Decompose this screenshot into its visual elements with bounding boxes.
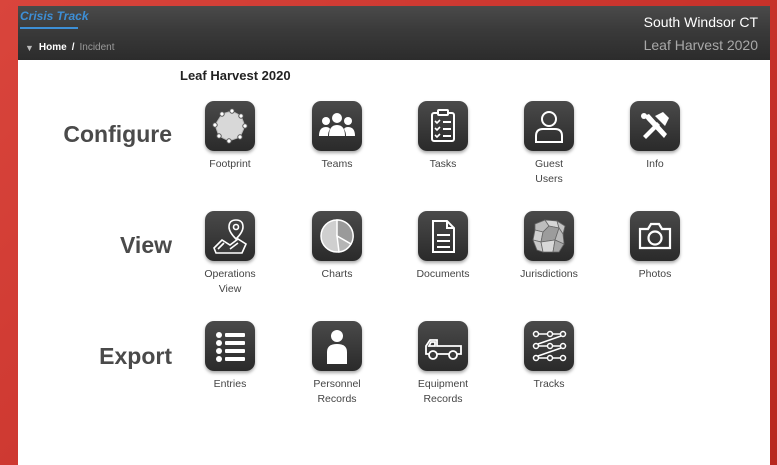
organization-name: South Windsor CT [643, 14, 758, 30]
caret-down-icon[interactable]: ▼ [25, 43, 34, 53]
brand-underline [20, 27, 78, 29]
brand-logo[interactable]: Crisis Track [20, 9, 89, 23]
tile-label: Photos [638, 268, 672, 280]
tile-label: Teams [321, 158, 353, 170]
section-label-view: View [120, 232, 172, 258]
breadcrumb-home[interactable]: Home [39, 42, 67, 53]
tile-label: Equipment Records [417, 378, 469, 405]
tile-label: Footprint [209, 158, 251, 170]
page-title: Leaf Harvest 2020 [180, 68, 291, 83]
tile-footprint[interactable]: Footprint [190, 101, 270, 172]
tile-label: Tasks [429, 158, 457, 170]
document-icon [418, 211, 468, 261]
tile-label: Charts [321, 268, 353, 280]
breadcrumb-separator: / [71, 42, 75, 53]
list-icon [205, 321, 255, 371]
map-pin-icon [205, 211, 255, 261]
tile-label: Entries [213, 378, 247, 390]
section-label-configure: Configure [63, 121, 172, 147]
tile-charts[interactable]: Charts [297, 211, 377, 282]
tile-label: Jurisdictions [520, 268, 578, 280]
tile-tasks[interactable]: Tasks [403, 101, 483, 172]
tile-jurisdictions[interactable]: Jurisdictions [509, 211, 589, 282]
tile-tracks[interactable]: Tracks [509, 321, 589, 392]
tools-icon [630, 101, 680, 151]
tile-documents[interactable]: Documents [403, 211, 483, 282]
tile-entries[interactable]: Entries [190, 321, 270, 392]
breadcrumb: ▼ Home / Incident [25, 42, 115, 53]
tasks-icon [418, 101, 468, 151]
tile-equipment-records[interactable]: Equipment Records [403, 321, 483, 407]
teams-icon [312, 101, 362, 151]
tile-teams[interactable]: Teams [297, 101, 377, 172]
truck-icon [418, 321, 468, 371]
tile-label: Personnel Records [313, 378, 361, 405]
person-icon [312, 321, 362, 371]
jurisdictions-map-icon [524, 211, 574, 261]
tile-info[interactable]: Info [615, 101, 695, 172]
footprint-icon [205, 101, 255, 151]
tile-operations-view[interactable]: Operations View [190, 211, 270, 297]
tile-label: Documents [416, 268, 470, 280]
tile-guest-users[interactable]: Guest Users [509, 101, 589, 187]
guest-user-icon [524, 101, 574, 151]
event-name: Leaf Harvest 2020 [643, 37, 758, 53]
section-label-export: Export [99, 343, 172, 369]
tracks-icon [524, 321, 574, 371]
tile-label: Guest Users [534, 158, 563, 185]
app-window: Crisis Track ▼ Home / Incident South Win… [18, 6, 770, 465]
tile-label: Operations View [204, 268, 256, 295]
tile-photos[interactable]: Photos [615, 211, 695, 282]
breadcrumb-current: Incident [79, 42, 115, 53]
top-bar: Crisis Track ▼ Home / Incident South Win… [18, 6, 770, 60]
tile-label: Tracks [533, 378, 565, 390]
camera-icon [630, 211, 680, 261]
tile-label: Info [646, 158, 664, 170]
tile-personnel-records[interactable]: Personnel Records [297, 321, 377, 407]
pie-chart-icon [312, 211, 362, 261]
